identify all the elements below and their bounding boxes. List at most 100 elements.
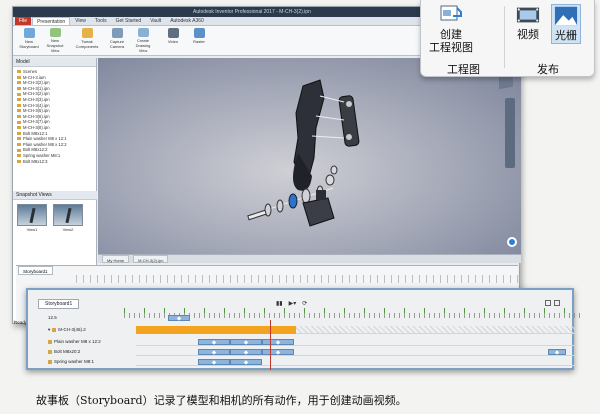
part-icon [17,126,21,130]
file-tab[interactable]: File [15,17,32,25]
storyboard-small-tabs: Storyboard1 [16,266,518,275]
part-icon [17,120,21,124]
part-icon [17,109,21,113]
raster-button[interactable]: Raster [187,28,211,53]
track-lane[interactable] [136,358,576,366]
scratch-zone-label: 12.5 [48,315,57,320]
track-lane[interactable] [136,338,576,346]
storyboard-icon [23,28,35,38]
create-drawing-view-callout-button[interactable]: 创建 工程视图 [429,4,473,55]
action-block[interactable] [262,339,294,345]
snapshot-label: View1 [26,227,38,232]
part-icon [48,350,52,354]
expand-icon[interactable]: ▾ [48,326,50,334]
action-block[interactable] [230,349,262,355]
stop-icon[interactable]: ▮▮ [276,300,283,307]
action-block[interactable] [262,349,294,355]
folder-icon [17,70,21,74]
track-lane-empty [296,326,576,334]
part-icon [17,137,21,141]
navigation-wheel-icon[interactable] [507,237,517,247]
track-item[interactable]: Plain washer M8 x 12:2 [48,338,101,346]
track-lane[interactable] [136,348,576,356]
browser-tree: Scenes M-CH-3.iam M-CH-3(2).ipn M-CH-3(1… [13,67,96,164]
action-block[interactable] [230,339,262,345]
video-label: 视频 [517,29,539,41]
close-icon[interactable] [554,300,560,306]
doc-tab-ipn[interactable]: M-CH-3(2).ipn [133,255,169,263]
snapshot-icon [49,28,61,37]
raster-icon [193,28,205,38]
action-block[interactable] [230,359,262,365]
action-block[interactable] [168,315,190,321]
assembly-icon [17,75,21,79]
navigation-bar[interactable] [505,98,515,168]
part-icon [17,81,21,85]
action-block[interactable] [198,349,230,355]
doc-tab-home[interactable]: My Home [102,255,130,263]
snapshot-thumbnail [53,204,83,226]
storyboard-small-tab[interactable]: Storyboard1 [18,266,53,275]
part-icon [48,360,52,364]
ribbon-callout: 创建 工程视图 视频 光栅 工程图 发布 [420,0,595,77]
action-block[interactable] [198,339,230,345]
track-item[interactable]: Spring washer M8:1 [48,358,94,366]
part-icon [17,143,21,147]
track-lane[interactable] [136,326,576,334]
part-icon [17,154,21,158]
capture-camera-button[interactable]: Capture Camera [105,28,129,53]
action-block[interactable] [548,349,566,355]
video-icon [167,28,179,38]
tab-vault[interactable]: Vault [146,17,165,25]
part-icon [17,87,21,91]
part-icon [17,98,21,102]
raster-label: 光栅 [555,30,577,42]
tab-view[interactable]: View [71,17,90,25]
playback-controls: ▮▮ ▶▾ ⟳ [276,300,307,307]
video-callout-button[interactable]: 视频 [516,4,540,42]
create-drawing-view-label: 创建 工程视图 [429,29,473,54]
tweak-components-button[interactable]: Tweak Components [75,28,99,53]
graphics-viewport[interactable] [98,58,521,263]
storyboard-tabs: Storyboard1 [38,299,80,309]
window-controls [545,300,560,306]
action-block[interactable] [198,359,230,365]
snapshot-views-header: Snapshot Views [13,191,97,200]
group-label-publish: 发布 [537,64,559,76]
raster-callout-button[interactable]: 光栅 [551,4,581,44]
storyboard-tab[interactable]: Storyboard1 [38,299,80,309]
track-item[interactable]: Bolt M8x20:2 [48,348,80,356]
tree-item[interactable]: Bolt M8x12:3 [17,159,94,165]
part-icon [48,340,52,344]
snapshot-thumbnail [17,204,47,226]
snapshot-view[interactable]: View2 [53,204,83,232]
group-divider [504,6,505,68]
new-snapshot-button[interactable]: New Snapshot View [43,28,67,53]
exploded-model [247,79,360,227]
part-icon [17,148,21,152]
part-icon [17,115,21,119]
part-icon [17,131,21,135]
timeline-playhead[interactable] [270,320,271,370]
snapshot-thumbnails: View1 View2 [17,204,83,232]
camera-action-bar[interactable] [136,326,296,334]
tab-presentation[interactable]: Presentation [32,17,71,25]
snapshot-view[interactable]: View1 [17,204,47,232]
page: Autodesk Inventor Professional 2017 - M-… [0,0,600,414]
assembly-icon [52,328,57,332]
tab-tools[interactable]: Tools [91,17,111,25]
drawing-view-icon [137,28,149,37]
tab-a360[interactable]: Autodesk A360 [166,17,208,25]
restore-icon[interactable] [545,300,551,306]
new-storyboard-button[interactable]: New Storyboard [17,28,41,53]
raster-image-icon [554,6,578,26]
play-icon[interactable]: ▶▾ [289,300,297,307]
group-label-drawing: 工程图 [447,64,480,76]
loop-icon[interactable]: ⟳ [302,300,307,307]
tab-get-started[interactable]: Get Started [112,17,146,25]
video-button[interactable]: Video [161,28,185,53]
track-root[interactable]: ▾ M-CH-3(46).2 [48,326,86,334]
storyboard-small-ruler [76,275,518,283]
camera-icon [111,28,123,38]
create-drawing-view-button[interactable]: Create Drawing View [131,28,155,53]
